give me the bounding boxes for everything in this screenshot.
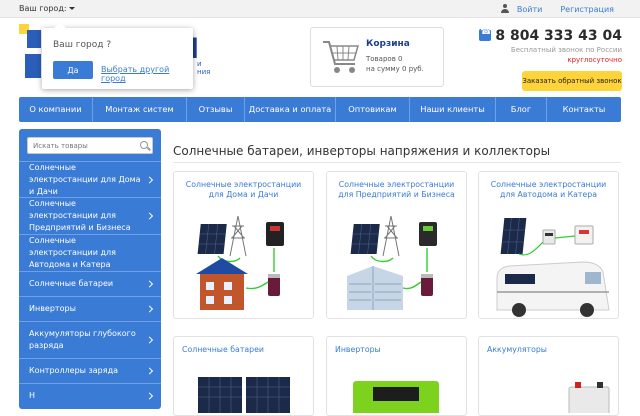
category-card-inverters[interactable]: Инверторы <box>326 336 467 416</box>
category-card-title: Аккумуляторы <box>487 345 547 354</box>
camper-solar-illustration <box>496 218 610 317</box>
sidebar-item-controllers[interactable]: Контроллеры заряда <box>19 358 161 383</box>
chevron-right-icon <box>145 280 154 288</box>
sidebar-item-label: Аккумуляторы глубокого разряда <box>29 329 136 350</box>
callback-button[interactable]: Заказать обратный звонок <box>522 71 622 91</box>
sidebar: Солнечные электростанции для Дома и Дачи… <box>19 129 161 409</box>
chevron-right-icon <box>145 367 154 375</box>
free-call-note: Бесплатный звонок по России <box>510 46 622 54</box>
main-nav: О компании Монтаж систем Отзывы Доставка… <box>19 97 621 122</box>
chevron-right-icon <box>145 336 154 344</box>
logo-tagline: и ния <box>197 60 210 76</box>
confirm-city-button[interactable]: Да <box>53 61 93 79</box>
cart-items-count: Товаров 0 <box>366 55 403 63</box>
sidebar-item-camper-stations[interactable]: Солнечные электростанции для Автодома и … <box>19 234 161 271</box>
shopping-cart-icon <box>323 41 359 73</box>
city-selector-label: Ваш город: <box>19 4 67 13</box>
search-input[interactable] <box>27 137 153 154</box>
solar-panel-image <box>198 377 290 413</box>
city-selector[interactable]: Ваш город: <box>19 4 75 13</box>
chevron-right-icon <box>145 305 154 313</box>
category-card-title: Инверторы <box>335 345 381 354</box>
category-card-title: Солнечные батареи <box>182 345 264 354</box>
category-card-camper[interactable]: Солнечные электростанции для Автодома и … <box>478 171 619 319</box>
caret-down-icon <box>68 7 75 10</box>
page-title: Солнечные батареи, инверторы напряжения … <box>173 144 551 158</box>
nav-item-reviews[interactable]: Отзывы <box>187 97 245 122</box>
search-icon[interactable] <box>140 141 148 149</box>
sidebar-item-label: Н <box>29 391 36 400</box>
logo-tagline-line: ния <box>197 68 211 76</box>
city-question: Ваш город ? <box>53 40 112 50</box>
nav-item-clients[interactable]: Наши клиенты <box>410 97 496 122</box>
logo-block <box>27 30 41 48</box>
battery-image <box>568 382 610 413</box>
sidebar-item-label: Контроллеры заряда <box>29 366 119 375</box>
cart-sum: на сумму 0 руб. <box>366 65 424 73</box>
nav-item-wholesale[interactable]: Оптовикам <box>336 97 410 122</box>
nav-item-installation[interactable]: Монтаж систем <box>93 97 187 122</box>
category-card-accumulators[interactable]: Аккумуляторы <box>478 336 619 416</box>
hours-note: круглосуточно <box>567 56 622 64</box>
category-card-home[interactable]: Солнечные электростанции для Дома и Дачи <box>173 171 314 319</box>
category-card-title: Солнечные электростанции для Дома и Дачи <box>185 180 302 199</box>
sidebar-item-solar-panels[interactable]: Солнечные батареи <box>19 271 161 296</box>
home-solar-illustration <box>196 215 284 310</box>
nav-item-blog[interactable]: Блог <box>496 97 547 122</box>
sidebar-item-label: Солнечные батареи <box>29 279 114 288</box>
inverter-image <box>353 381 439 413</box>
nav-item-delivery[interactable]: Доставка и оплата <box>245 97 336 122</box>
chevron-right-icon <box>145 175 154 184</box>
sidebar-item-inverters[interactable]: Инверторы <box>19 296 161 321</box>
nav-item-contacts[interactable]: Контакты <box>547 97 621 122</box>
category-menu: Солнечные электростанции для Дома и Дачи… <box>19 161 161 408</box>
choose-other-city-link[interactable]: Выбрать другой город <box>101 65 193 83</box>
business-solar-illustration <box>347 215 437 310</box>
sidebar-item-label: Солнечные электростанции для Дома и Дачи <box>29 162 141 196</box>
sidebar-item-business-stations[interactable]: Солнечные электростанции для Предприятий… <box>19 197 161 234</box>
nav-item-about[interactable]: О компании <box>19 97 93 122</box>
sidebar-item-label: Солнечные электростанции для Предприятий… <box>29 199 131 232</box>
category-card-business[interactable]: Солнечные электростанции для Предприятий… <box>326 171 467 319</box>
category-card-title: Солнечные электростанции для Автодома и … <box>490 180 607 199</box>
auth-links: Войти Регистрация <box>500 4 614 14</box>
sidebar-item-label: Солнечные электростанции для Автодома и … <box>29 236 116 269</box>
top-bar: Ваш город: Войти Регистрация <box>0 0 640 18</box>
phone-icon <box>479 27 492 41</box>
phone-number-text: 8 804 333 43 04 <box>495 28 622 44</box>
sidebar-item-home-stations[interactable]: Солнечные электростанции для Дома и Дачи <box>19 161 161 197</box>
category-card-title: Солнечные электростанции для Предприятий… <box>338 180 455 199</box>
logo-block <box>25 54 41 78</box>
sidebar-item-batteries[interactable]: Аккумуляторы глубокого разряда <box>19 321 161 358</box>
chevron-right-icon <box>145 212 154 220</box>
sidebar-item-label: Инверторы <box>29 304 76 313</box>
phone-number[interactable]: 8 804 333 43 04 <box>479 27 622 44</box>
cart-widget[interactable]: Корзина Товаров 0 на сумму 0 руб. <box>310 27 444 87</box>
category-card-panels[interactable]: Солнечные батареи <box>173 336 314 416</box>
chevron-right-icon <box>145 392 154 400</box>
register-link[interactable]: Регистрация <box>560 5 614 14</box>
city-confirm-popup: Ваш город ? Да Выбрать другой город <box>42 22 193 89</box>
title-divider <box>173 162 621 163</box>
login-link[interactable]: Войти <box>517 5 542 14</box>
cart-title: Корзина <box>366 39 410 49</box>
sidebar-item-more[interactable]: Н <box>19 383 161 408</box>
user-icon <box>500 4 509 13</box>
logo-tagline-line: и <box>197 60 202 68</box>
